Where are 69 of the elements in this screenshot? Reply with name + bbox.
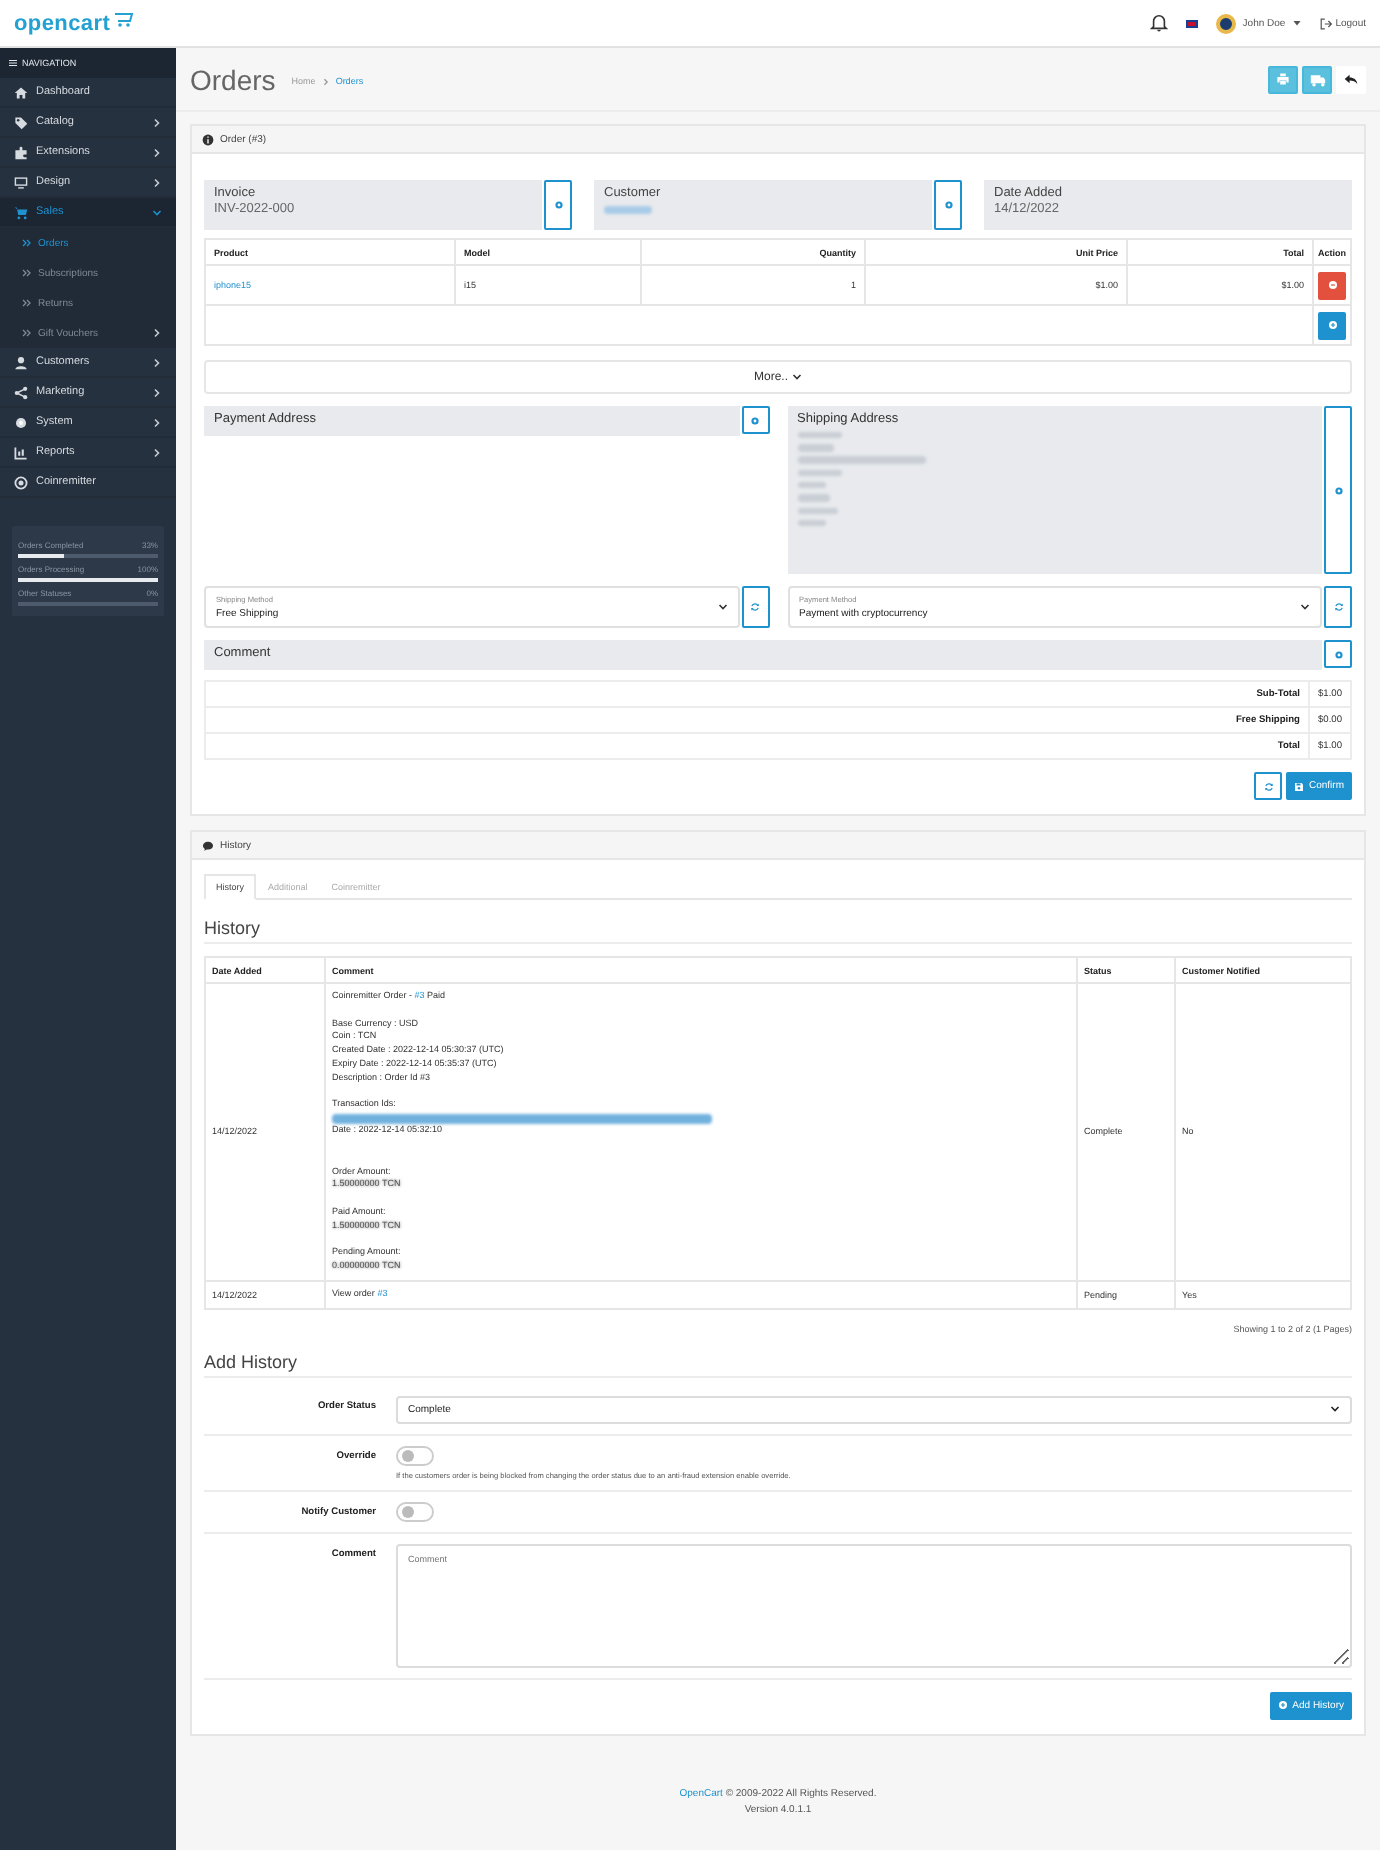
caret-down-icon xyxy=(1291,18,1302,28)
toggle-switch[interactable] xyxy=(396,1501,434,1522)
gear-icon xyxy=(750,415,760,425)
chevron-right-icon xyxy=(152,177,162,187)
print-button[interactable] xyxy=(1268,65,1298,93)
chevron-down-icon xyxy=(792,372,802,382)
plus-circle-icon xyxy=(1278,1700,1289,1711)
gear-icon xyxy=(1333,649,1343,659)
minus-circle-icon xyxy=(1327,280,1337,290)
bell-icon xyxy=(1150,14,1169,32)
gear-icon xyxy=(553,200,563,210)
home-icon xyxy=(14,85,28,99)
refresh-icon xyxy=(1263,781,1274,791)
section-title: Add History xyxy=(204,1351,1352,1378)
toggle-switch[interactable] xyxy=(396,1445,434,1466)
back-button[interactable] xyxy=(1336,65,1366,93)
refresh-icon xyxy=(750,602,760,612)
speech-bubble-icon xyxy=(202,839,214,851)
remove-button[interactable] xyxy=(1318,271,1346,299)
chevron-right-icon xyxy=(152,147,162,157)
redacted-text xyxy=(604,206,652,214)
sign-out-icon xyxy=(1319,17,1332,29)
double-chevron-icon xyxy=(22,328,32,338)
refresh-button[interactable] xyxy=(1254,772,1283,800)
refresh-icon xyxy=(1333,602,1343,612)
monitor-icon xyxy=(14,175,28,189)
gear-icon xyxy=(1333,485,1343,495)
double-chevron-icon xyxy=(22,268,32,278)
floppy-disk-icon xyxy=(1294,781,1305,791)
cart-icon xyxy=(112,10,137,30)
refresh-button[interactable] xyxy=(1324,586,1352,628)
printer-icon xyxy=(1276,72,1290,86)
chevron-down-icon xyxy=(717,602,727,612)
chevron-right-icon xyxy=(152,357,162,367)
gear-icon xyxy=(14,415,28,429)
chevron-right-icon xyxy=(152,387,162,397)
page-title: Orders xyxy=(190,63,276,95)
chevron-right-icon xyxy=(152,117,162,127)
chevron-down-icon xyxy=(152,207,162,217)
edit-button[interactable] xyxy=(1324,406,1352,574)
coin-icon xyxy=(14,475,28,489)
edit-button[interactable] xyxy=(934,180,962,230)
share-icon xyxy=(14,385,28,399)
edit-button[interactable] xyxy=(741,406,769,434)
truck-icon xyxy=(1309,71,1325,87)
reply-arrow-icon xyxy=(1344,72,1358,86)
avatar xyxy=(1216,13,1237,33)
menu-icon xyxy=(8,58,18,68)
user-icon xyxy=(14,355,28,369)
chevron-right-icon xyxy=(152,447,162,457)
chevron-down-icon xyxy=(1300,602,1310,612)
plus-circle-icon xyxy=(1327,320,1337,330)
gear-icon xyxy=(943,200,953,210)
refresh-button[interactable] xyxy=(741,586,769,628)
tag-icon xyxy=(14,115,28,129)
section-title: History xyxy=(204,918,1352,944)
info-icon xyxy=(202,133,214,145)
edit-button[interactable] xyxy=(544,180,572,230)
puzzle-icon xyxy=(14,145,28,159)
chevron-right-icon xyxy=(152,417,162,427)
flag-icon[interactable] xyxy=(1186,19,1199,27)
chevron-down-icon xyxy=(1330,1404,1340,1415)
add-product-button[interactable] xyxy=(1318,311,1346,339)
chart-icon xyxy=(14,445,28,459)
cart-icon xyxy=(14,205,28,219)
edit-button[interactable] xyxy=(1324,640,1352,668)
double-chevron-icon xyxy=(22,238,32,248)
chevron-right-icon xyxy=(152,328,162,338)
double-chevron-icon xyxy=(22,298,32,308)
